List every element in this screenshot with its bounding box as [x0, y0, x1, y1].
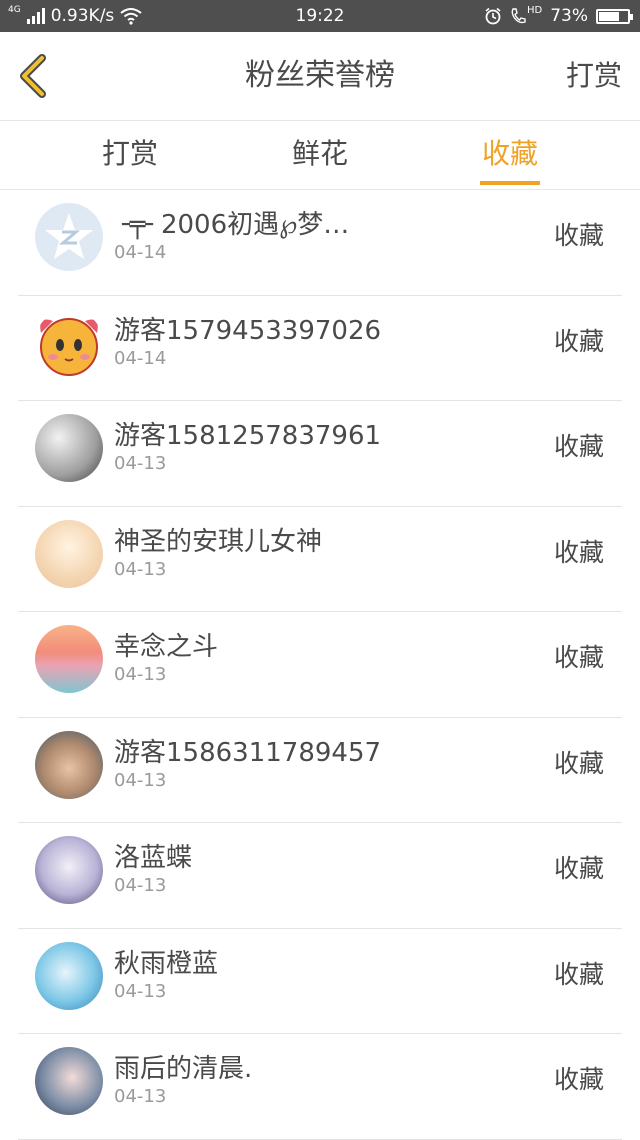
battery-icon	[596, 8, 633, 24]
fan-date: 04-13	[114, 664, 167, 685]
tab-reward[interactable]: 打赏	[100, 121, 160, 189]
fan-date: 04-13	[114, 875, 167, 896]
hd-label: HD	[526, 5, 543, 16]
tab-label: 打赏	[101, 137, 158, 170]
favorite-label: 收藏	[553, 643, 604, 672]
reward-button[interactable]: 打赏	[566, 32, 622, 120]
cartoon-guest-icon	[40, 317, 98, 376]
list-item[interactable]: 秋雨橙蓝 04-13 收藏	[18, 929, 622, 1034]
avatar	[35, 625, 103, 693]
network-speed: 0.93K/s	[50, 6, 115, 26]
avatar	[35, 941, 103, 1010]
fan-name: 幸念之斗	[114, 632, 219, 662]
fan-list: ╶╤╴2006初遇℘梦… 04-14 收藏 游客1579453397026 04…	[0, 190, 640, 1140]
fan-name: 洛蓝蝶	[114, 843, 193, 873]
fan-date: 04-13	[114, 769, 167, 791]
favorite-label: 收藏	[553, 1065, 604, 1094]
list-item[interactable]: 神圣的安琪儿女神 04-13 收藏	[18, 507, 622, 612]
avatar	[35, 730, 103, 799]
list-item[interactable]: 雨后的清晨. 04-13 收藏	[18, 1034, 622, 1140]
avatar	[35, 1047, 103, 1115]
tab-label: 鲜花	[291, 137, 348, 170]
list-item[interactable]: 游客1586311789457 04-13 收藏	[18, 718, 622, 823]
network-type: 4G	[8, 5, 21, 15]
tab-label: 收藏	[481, 137, 538, 170]
list-item[interactable]: ╶╤╴2006初遇℘梦… 04-14 收藏	[18, 190, 622, 296]
fan-date: 04-13	[114, 558, 167, 580]
call-icon	[511, 8, 526, 24]
status-left: 4G 0.93K/s	[8, 0, 142, 32]
alarm-icon	[485, 7, 501, 25]
avatar	[35, 203, 103, 271]
signal-icon	[26, 8, 45, 24]
favorite-label: 收藏	[553, 326, 604, 356]
qzone-star-icon	[45, 213, 93, 259]
fan-date: 04-14	[114, 347, 167, 369]
list-item[interactable]: 游客1581257837961 04-13 收藏	[18, 401, 622, 507]
tab-flowers[interactable]: 鲜花	[290, 121, 350, 189]
favorite-label: 收藏	[553, 221, 604, 250]
favorite-label: 收藏	[553, 537, 604, 567]
fan-name: 游客1579453397026	[114, 315, 382, 346]
avatar	[35, 836, 103, 904]
fan-name: 雨后的清晨.	[114, 1054, 253, 1084]
back-button[interactable]	[14, 54, 54, 98]
favorite-label: 收藏	[553, 748, 604, 778]
list-item[interactable]: 洛蓝蝶 04-13 收藏	[18, 823, 622, 929]
avatar	[35, 519, 103, 588]
tab-favorites[interactable]: 收藏	[480, 121, 540, 189]
tab-bar: 打赏 鲜花 收藏	[0, 121, 640, 190]
wifi-icon	[120, 8, 142, 25]
fan-date: 04-13	[114, 1086, 167, 1107]
fan-date: 04-14	[114, 242, 167, 263]
page-title: 粉丝荣誉榜	[245, 58, 395, 93]
status-right: HD 73%	[484, 0, 633, 32]
active-tab-indicator	[480, 181, 540, 185]
back-chevron-icon	[20, 54, 46, 98]
fan-name: 游客1586311789457	[114, 737, 382, 768]
status-bar: 4G 0.93K/s 19:22 HD 73%	[0, 0, 640, 32]
app-header: 粉丝荣誉榜 打赏	[0, 32, 640, 121]
fan-date: 04-13	[114, 453, 167, 474]
battery-percent: 73%	[550, 6, 588, 26]
favorite-label: 收藏	[553, 432, 604, 461]
fan-name: ╶╤╴2006初遇℘梦…	[114, 210, 350, 240]
favorite-label: 收藏	[553, 959, 604, 989]
avatar	[35, 308, 103, 377]
fan-name: 神圣的安琪儿女神	[114, 526, 323, 557]
fan-name: 游客1581257837961	[114, 421, 382, 451]
avatar	[35, 414, 103, 482]
fan-date: 04-13	[114, 980, 167, 1002]
list-item[interactable]: 幸念之斗 04-13 收藏	[18, 612, 622, 718]
list-item[interactable]: 游客1579453397026 04-14 收藏	[18, 296, 622, 401]
favorite-label: 收藏	[553, 854, 604, 883]
fan-name: 秋雨橙蓝	[114, 948, 219, 979]
